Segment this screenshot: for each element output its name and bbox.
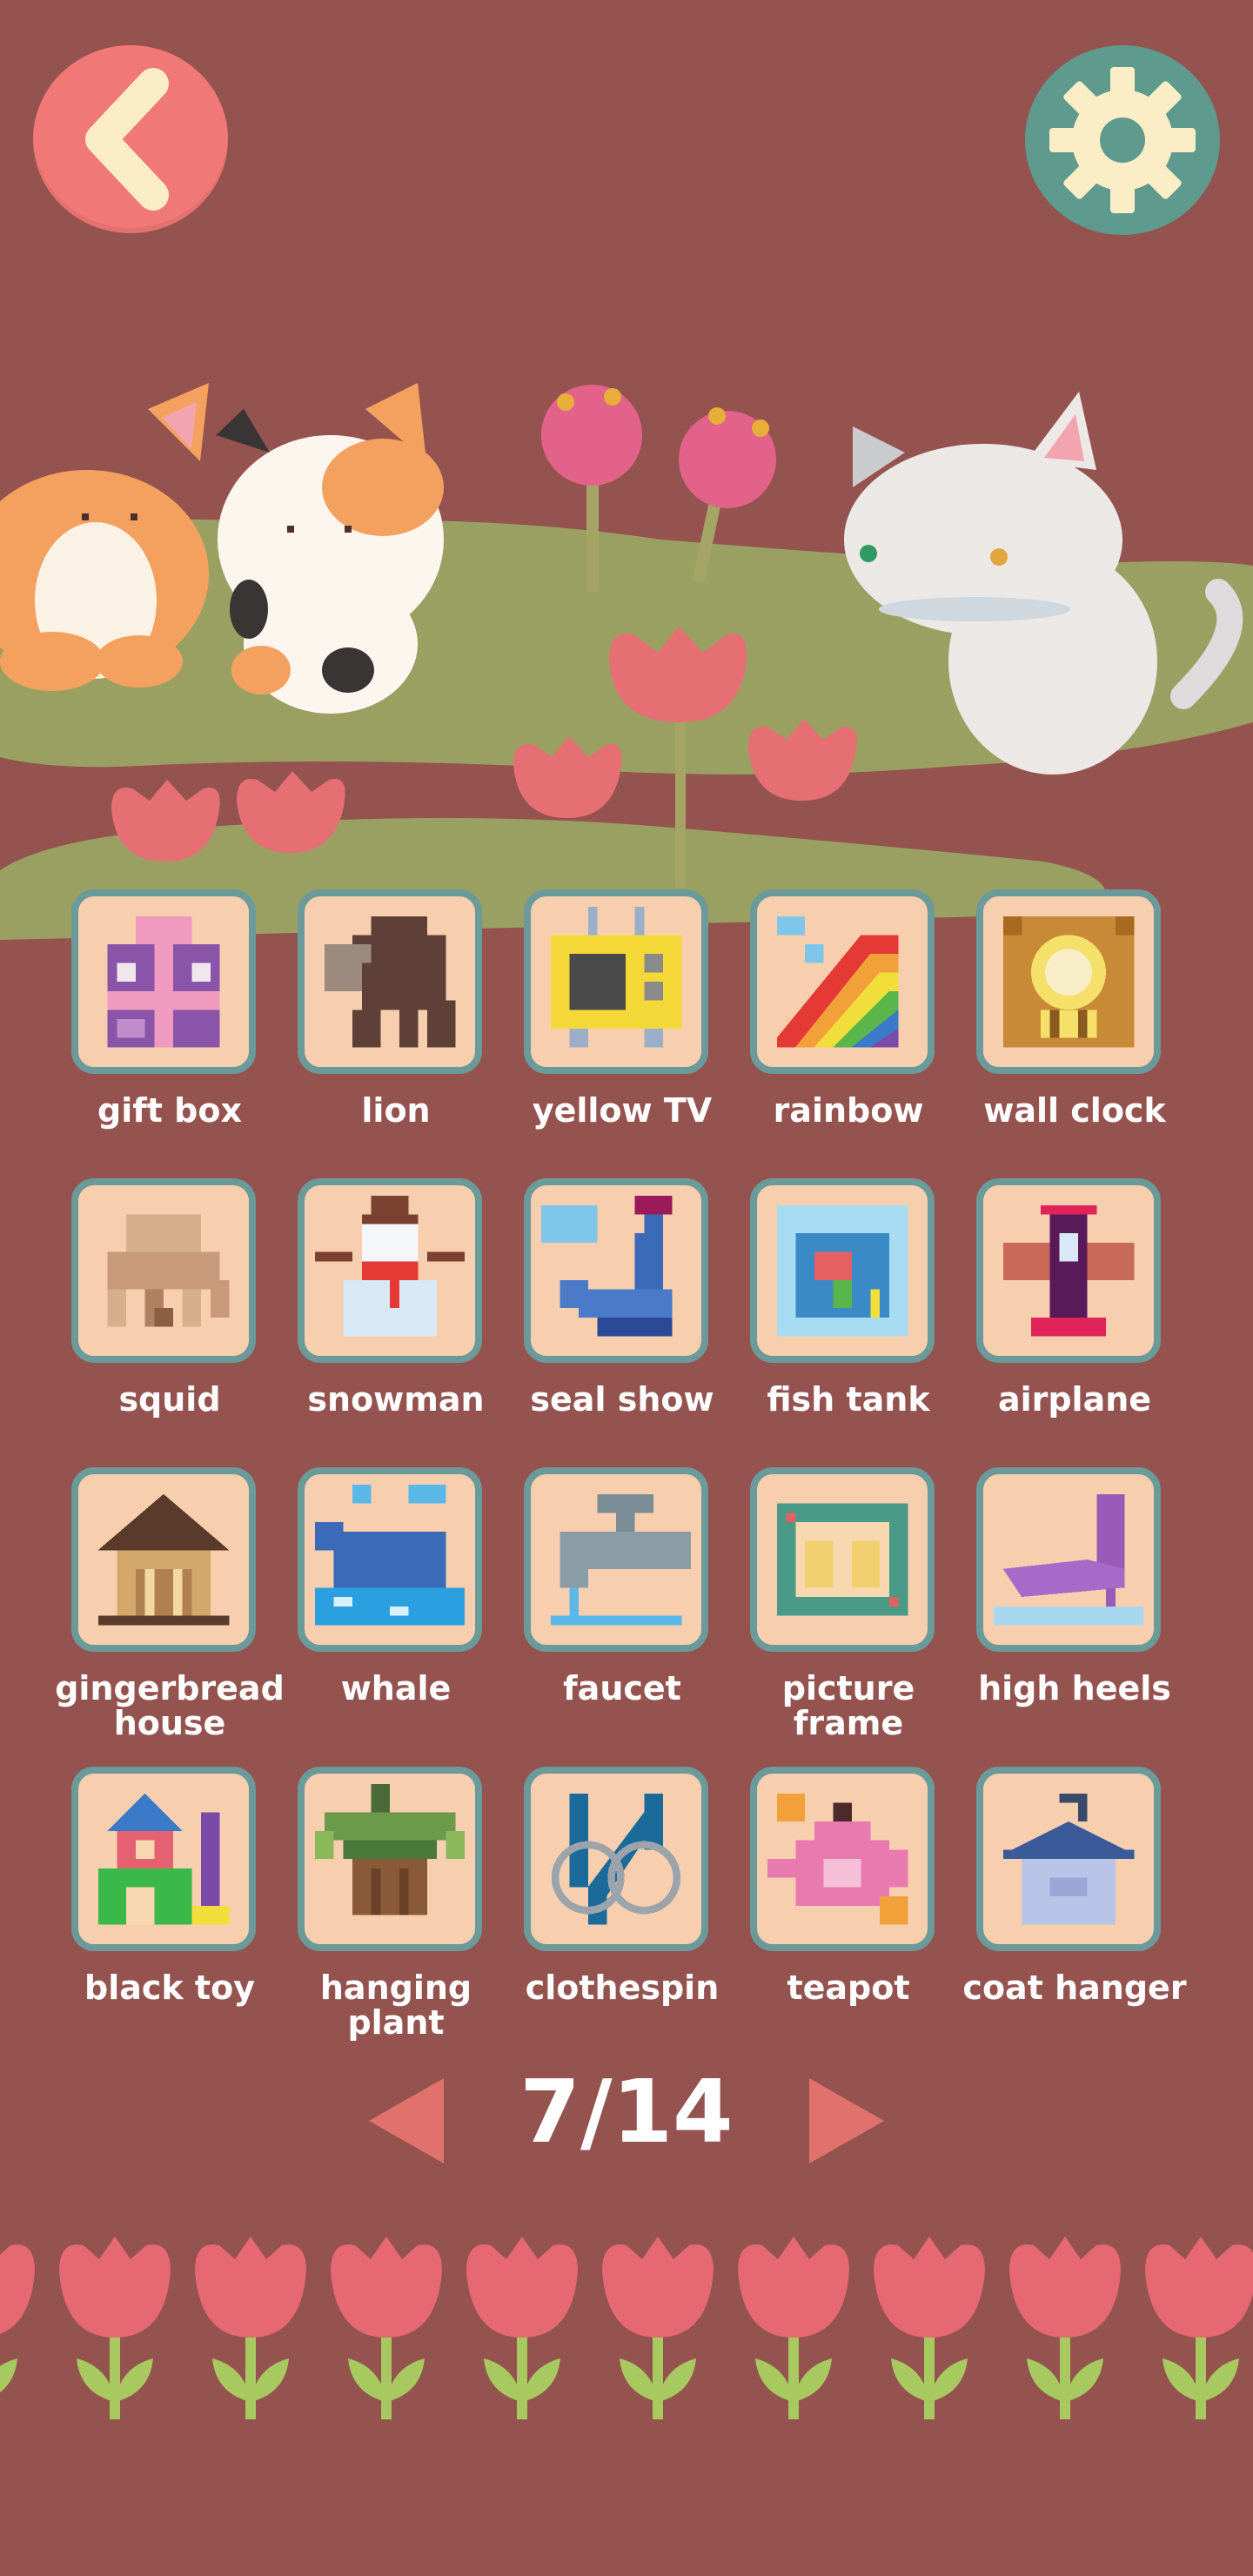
puzzle-label: airplane <box>997 1380 1152 1419</box>
house-icon <box>97 1493 230 1626</box>
puzzle-tile-rainbow[interactable] <box>750 889 935 1074</box>
snowman-icon <box>315 1196 465 1337</box>
puzzle-tile-black-toy[interactable] <box>71 1767 256 1951</box>
puzzle-label: fish tank <box>767 1380 930 1419</box>
tulip-icon <box>59 2237 171 2419</box>
puzzle-tile-seal-show[interactable] <box>524 1178 708 1363</box>
page-indicator: 7/14 <box>519 2061 734 2163</box>
previous-page-button[interactable] <box>364 2075 451 2167</box>
faucet-icon <box>550 1493 691 1626</box>
puzzle-tile-teapot[interactable] <box>750 1767 935 1951</box>
next-page-button[interactable] <box>802 2075 889 2167</box>
puzzle-label: hanging plant <box>319 1969 472 2042</box>
puzzle-label: rainbow <box>773 1091 924 1130</box>
toy-blocks-icon <box>97 1793 230 1925</box>
tulip-icon <box>874 2237 985 2419</box>
tulip-icon <box>331 2237 442 2419</box>
puzzle-label: wall clock <box>983 1091 1166 1130</box>
seal-icon <box>541 1196 673 1337</box>
puzzle-label: high heels <box>978 1669 1171 1707</box>
puzzle-tile-snowman[interactable] <box>298 1178 482 1363</box>
puzzle-tile-whale[interactable] <box>298 1467 482 1652</box>
puzzle-label: squid <box>118 1380 221 1419</box>
tulip-icon <box>738 2237 849 2419</box>
puzzle-label: lion <box>361 1091 431 1130</box>
settings-button[interactable] <box>1025 45 1220 235</box>
puzzle-label: black toy <box>84 1969 255 2007</box>
squid-icon <box>107 1214 230 1327</box>
puzzle-tile-hanging-plant[interactable] <box>298 1767 482 1951</box>
tulip-icon <box>1145 2237 1253 2419</box>
fish-tank-icon <box>776 1204 908 1337</box>
rainbow-icon <box>776 916 899 1048</box>
puzzle-tile-lion[interactable] <box>298 889 482 1074</box>
puzzle-label: faucet <box>563 1669 681 1707</box>
puzzle-tile-coat-hanger[interactable] <box>976 1767 1161 1951</box>
whale-icon <box>315 1485 465 1626</box>
tulip-icon <box>195 2237 306 2419</box>
tulip-icon <box>1009 2237 1121 2419</box>
garden-scene <box>0 383 1253 940</box>
tulip-icon <box>0 2244 35 2392</box>
back-button[interactable] <box>33 45 228 233</box>
clock-icon <box>1002 916 1135 1048</box>
calico-cat-icon <box>216 383 444 714</box>
puzzle-label: clothespin <box>525 1969 720 2007</box>
high-heel-icon <box>994 1493 1143 1626</box>
gear-icon <box>1049 67 1196 213</box>
chevron-left-icon <box>85 68 169 211</box>
puzzle-tile-faucet[interactable] <box>524 1467 708 1652</box>
puzzle-tile-fish-tank[interactable] <box>750 1178 935 1363</box>
plant-icon <box>315 1784 465 1915</box>
puzzle-tile-clothespin[interactable] <box>524 1767 708 1951</box>
hanger-icon <box>1002 1793 1135 1925</box>
gift-box-icon <box>107 916 220 1048</box>
tulip-border <box>0 2237 1253 2419</box>
arrow-left-icon <box>369 2078 444 2163</box>
puzzle-tile-high-heels[interactable] <box>976 1467 1161 1652</box>
teapot-icon <box>767 1793 908 1925</box>
puzzle-label: yellow TV <box>532 1091 713 1130</box>
picture-frame-icon <box>776 1503 908 1616</box>
puzzle-tile-airplane[interactable] <box>976 1178 1161 1363</box>
puzzle-tile-gift-box[interactable] <box>71 889 256 1074</box>
tulip-icon <box>466 2237 578 2419</box>
puzzle-tile-squid[interactable] <box>71 1178 256 1363</box>
puzzle-label: snowman <box>307 1380 485 1419</box>
puzzle-label: teapot <box>787 1969 910 2007</box>
tv-icon <box>550 907 682 1048</box>
airplane-icon <box>1002 1204 1135 1337</box>
arrow-right-icon <box>809 2078 884 2163</box>
puzzle-label: picture frame <box>781 1669 915 1742</box>
lion-icon <box>324 916 456 1048</box>
puzzle-label: gingerbread house <box>55 1669 285 1742</box>
puzzle-label: coat hanger <box>962 1969 1187 2007</box>
puzzle-tile-wall-clock[interactable] <box>976 889 1161 1074</box>
puzzle-tile-picture-frame[interactable] <box>750 1467 935 1652</box>
puzzle-label: gift box <box>97 1091 242 1130</box>
puzzle-tile-gingerbread-house[interactable] <box>71 1467 256 1652</box>
puzzle-label: whale <box>340 1669 452 1707</box>
puzzle-label: seal show <box>530 1380 714 1419</box>
clothespin-icon <box>551 1793 681 1925</box>
puzzle-tile-yellow-tv[interactable] <box>524 889 708 1074</box>
tulip-icon <box>602 2237 714 2419</box>
